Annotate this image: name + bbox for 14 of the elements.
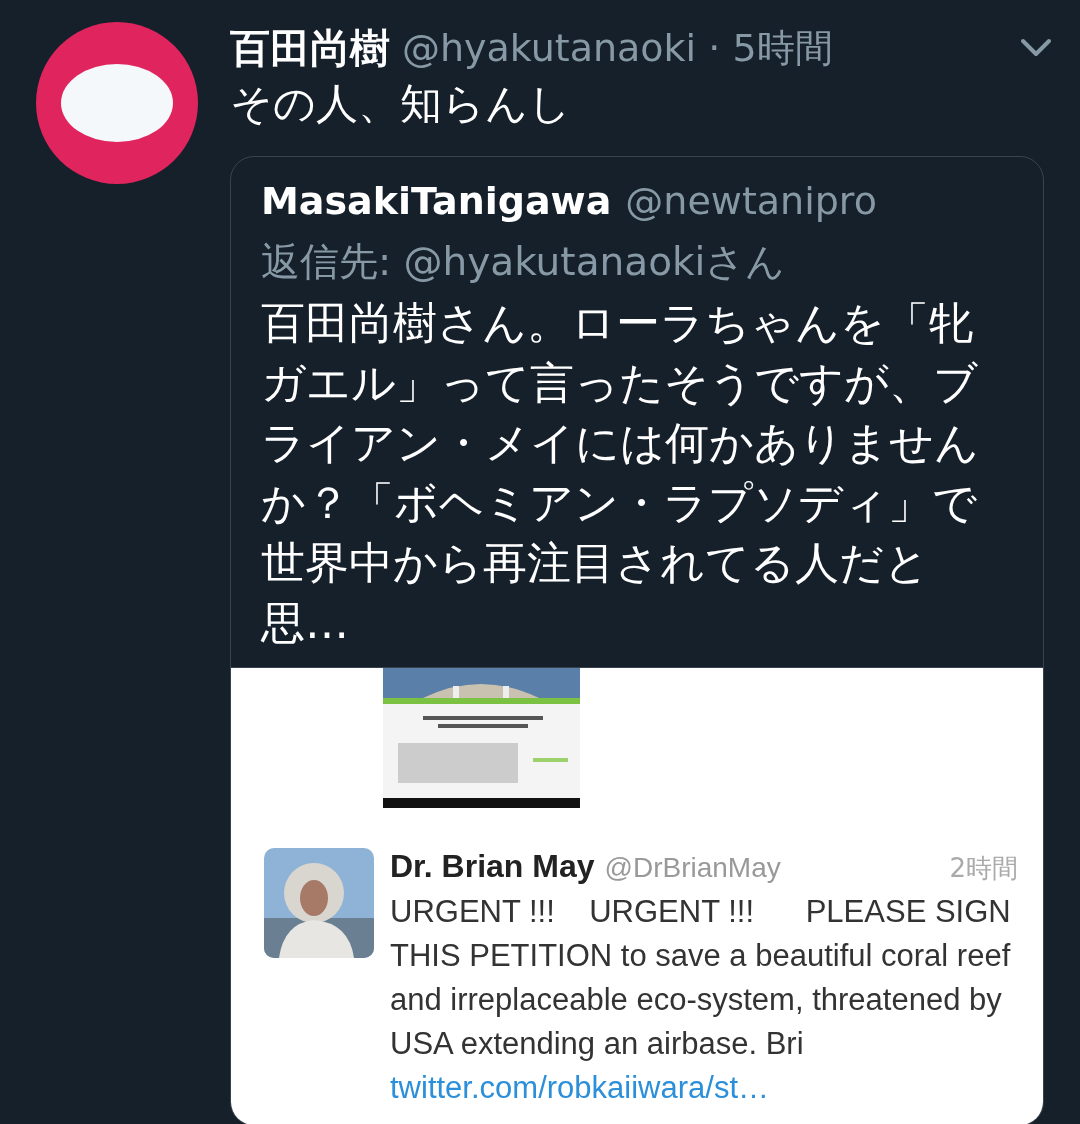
avatar-icon[interactable] (36, 22, 198, 184)
embedded-time: 2時間 (949, 852, 1018, 885)
embedded-tweet-text: URGENT !!! URGENT !!! PLEASE SIGN THIS PETITION to save a beautiful coral reef and irreplaceable eco-system, threatened by USA extending an airbase. Bri twitter.com/robkaiiwara/st… (390, 893, 1012, 1107)
quoted-author-name: MasakiTanigawa (261, 179, 612, 223)
author-name[interactable]: 百田尚樹 (230, 20, 390, 76)
quoted-tweet-card[interactable] (230, 156, 1044, 1124)
tweet-text: その人、知らんし (230, 78, 572, 130)
quoted-tweet-text: 百田尚樹さん。ローラちゃんを「牝ガエル」って言ったそうですが、ブライアン・メイには何かありませんか？「ボヘミアン・ラプソディ」で世界中から再注目されてる人だと思… (261, 296, 980, 650)
quoted-handle: @newtanipro (625, 179, 877, 223)
reply-to-text: 返信先: @hyakutanaokiさん (261, 238, 787, 286)
embedded-handle: @DrBrianMay (604, 852, 781, 884)
handle-and-time: @hyakutanaoki · 5時間 (402, 24, 833, 72)
embedded-author-name: Dr. Brian May (390, 848, 595, 885)
chevron-icon[interactable] (1020, 38, 1052, 58)
